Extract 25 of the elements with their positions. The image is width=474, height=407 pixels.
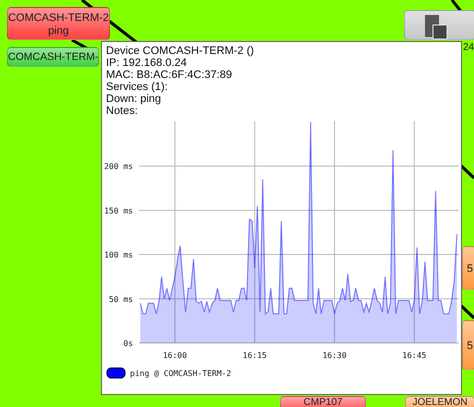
node-label: 24	[463, 42, 474, 53]
axis-label: 16:00	[162, 351, 187, 360]
axis-label: 16:45	[402, 351, 426, 360]
device-node[interactable]: COMCASH-TERM-	[7, 47, 99, 67]
device-node[interactable]: JOELEMON	[405, 396, 474, 407]
axis-label: 150 ms	[104, 206, 133, 216]
tooltip-text: IP: 192.168.0.24	[105, 57, 188, 69]
tooltip-text: Down: ping	[105, 93, 162, 105]
tooltip-text: MAC: B8:AC:6F:4C:37:89	[105, 69, 233, 81]
tooltip-text: Device COMCASH-TERM-2 ()	[105, 45, 255, 57]
axis-label: 16:30	[322, 351, 347, 360]
legend-label: ping @ COMCASH-TERM-2	[130, 369, 232, 378]
tooltip-text: Services (1):	[105, 81, 169, 93]
device-node[interactable]: CMP107	[280, 396, 366, 407]
server-icon	[423, 13, 449, 41]
axis-label: 16:15	[242, 351, 267, 360]
tooltip-text: Notes:	[105, 105, 139, 117]
axis-label: 100 ms	[104, 250, 133, 260]
device-node[interactable]	[404, 10, 474, 40]
axis-label: 50 ms	[108, 294, 133, 304]
axis-label: 200 ms	[104, 162, 133, 172]
device-node[interactable]: 5	[462, 320, 474, 370]
axis-label: 0s	[123, 339, 133, 348]
device-node[interactable]: 5	[462, 246, 474, 290]
device-node[interactable]: COMCASH-TERM-2 ping	[7, 7, 110, 40]
